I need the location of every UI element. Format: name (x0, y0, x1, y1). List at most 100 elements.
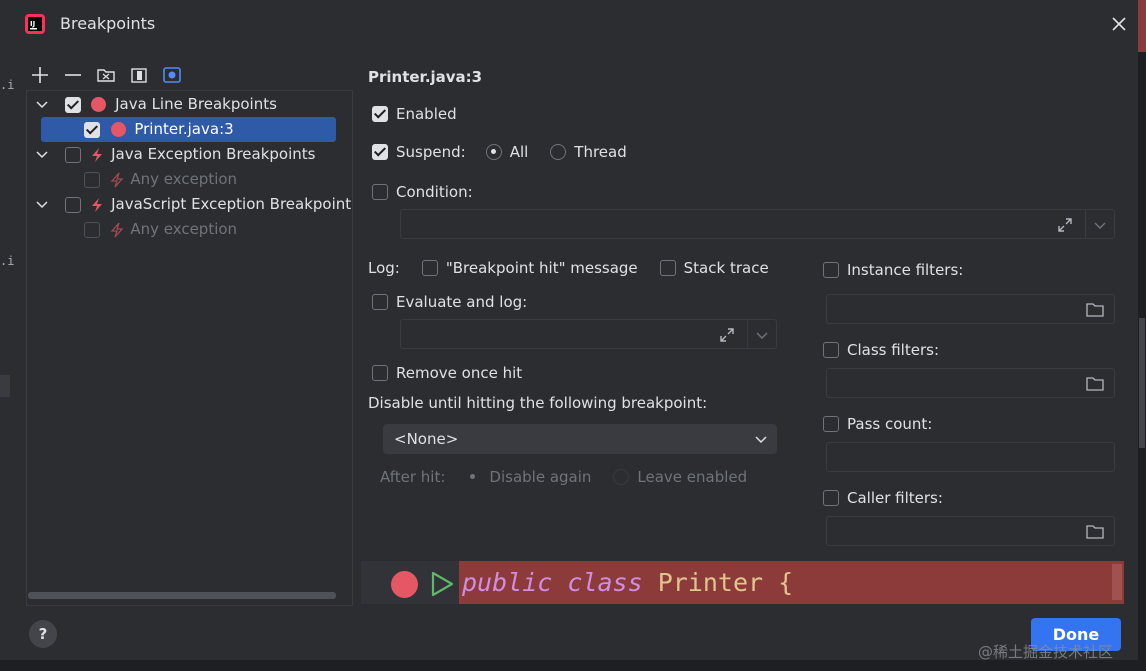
disable-until-value: <None> (394, 430, 459, 448)
checkbox[interactable] (64, 146, 81, 163)
evaluate-dropdown[interactable] (747, 320, 776, 348)
tree-group-java-exception[interactable]: Java Exception Breakpoints (35, 142, 315, 167)
breakpoint-title: Printer.java:3 (368, 68, 483, 86)
suspend-all-radio[interactable] (485, 144, 502, 160)
class-filters-input[interactable] (826, 368, 1115, 398)
chevron-down-icon (755, 436, 767, 444)
tree-item-label: Any exception (130, 170, 238, 188)
enabled-checkbox[interactable] (372, 106, 388, 122)
breakpoint-tree[interactable]: Java Line Breakpoints Printer.java:3 Jav… (26, 90, 353, 606)
condition-input[interactable] (400, 209, 1115, 239)
pass-count-checkbox[interactable] (823, 416, 839, 432)
suspend-label: Suspend: (396, 143, 466, 161)
checkbox[interactable] (64, 96, 81, 113)
evaluate-label: Evaluate and log: (396, 293, 528, 311)
chevron-down-icon[interactable] (35, 98, 49, 112)
tree-group-js-exception[interactable]: JavaScript Exception Breakpoint (35, 192, 351, 217)
close-icon[interactable] (1108, 13, 1130, 35)
expand-icon[interactable] (718, 326, 736, 344)
editor-left-edge: .i .i (0, 50, 18, 671)
breakpoint-dot-icon[interactable] (391, 571, 418, 598)
remove-once-hit-checkbox[interactable] (372, 365, 388, 381)
disable-again-label[interactable]: Disable again (489, 468, 591, 486)
class-filters-checkbox[interactable] (823, 342, 839, 358)
bottom-edge (0, 660, 1146, 671)
pass-count-row[interactable]: Pass count: (823, 415, 932, 433)
tree-horizontal-scrollbar[interactable] (28, 592, 336, 599)
disable-until-select[interactable]: <None> (383, 424, 777, 454)
log-message-checkbox[interactable] (421, 260, 438, 276)
log-row: Log: "Breakpoint hit" message Stack trac… (368, 259, 769, 277)
after-hit-row: After hit: Disable again Leave enabled (380, 468, 747, 486)
remove-once-hit-row[interactable]: Remove once hit (372, 364, 522, 382)
caller-filters-input[interactable] (826, 516, 1115, 546)
package-icon[interactable] (161, 64, 183, 86)
plus-icon[interactable] (29, 64, 51, 86)
checkbox[interactable] (83, 121, 100, 138)
instance-filters-input[interactable] (826, 294, 1115, 324)
suspend-thread-radio[interactable] (550, 144, 567, 160)
checkbox[interactable] (64, 196, 81, 213)
after-hit-label: After hit: (380, 468, 446, 486)
breakpoint-dot-icon (110, 122, 126, 137)
tree-group-java-line[interactable]: Java Line Breakpoints (35, 92, 277, 117)
title-bar: IJ Breakpoints (0, 0, 1138, 50)
tree-item-label: Any exception (130, 220, 238, 238)
chevron-down-icon (756, 332, 768, 339)
folder-icon[interactable] (95, 64, 117, 86)
log-label: Log: (368, 259, 400, 277)
tree-item-printer-java[interactable]: Printer.java:3 (41, 117, 336, 142)
suspend-checkbox[interactable] (372, 144, 388, 160)
folder-icon[interactable] (1086, 302, 1104, 317)
class-filters-row[interactable]: Class filters: (823, 341, 939, 359)
suspend-all-label[interactable]: All (510, 143, 529, 161)
evaluate-input[interactable] (400, 319, 777, 349)
help-button[interactable]: ? (29, 620, 57, 648)
editor-fragment: .i (0, 78, 15, 92)
exception-bolt-icon (110, 222, 123, 237)
stack-trace-checkbox[interactable] (659, 260, 676, 276)
evaluate-row[interactable]: Evaluate and log: (372, 293, 527, 311)
code-line: public class Printer { (459, 561, 1124, 604)
disable-again-radio[interactable] (465, 469, 482, 485)
breakpoint-dot-icon (91, 97, 107, 112)
condition-checkbox[interactable] (372, 184, 388, 200)
leave-enabled-radio[interactable] (613, 469, 630, 485)
editor-fragment: .i (0, 254, 15, 268)
chevron-down-icon[interactable] (35, 198, 49, 212)
caller-filters-checkbox[interactable] (823, 490, 839, 506)
folder-icon[interactable] (1086, 524, 1104, 539)
chevron-down-icon[interactable] (35, 148, 49, 162)
expand-icon[interactable] (1056, 216, 1074, 234)
run-icon[interactable] (428, 570, 456, 598)
leave-enabled-label[interactable]: Leave enabled (637, 468, 747, 486)
code-keyword: class (567, 568, 643, 597)
class-filters-label: Class filters: (847, 341, 939, 359)
code-keyword: public (462, 568, 553, 597)
enabled-checkbox-row[interactable]: Enabled (372, 105, 457, 123)
tree-item-any-exception[interactable]: Any exception (41, 217, 237, 242)
caller-filters-label: Caller filters: (847, 489, 943, 507)
instance-filters-row[interactable]: Instance filters: (823, 261, 963, 279)
code-preview: public class Printer { (361, 561, 1124, 604)
condition-row[interactable]: Condition: (372, 183, 473, 201)
checkbox[interactable] (83, 171, 100, 188)
editor-edge-strip (1138, 0, 1146, 671)
pass-count-label: Pass count: (847, 415, 933, 433)
exception-bolt-icon (110, 172, 123, 187)
class-icon[interactable] (128, 64, 150, 86)
condition-dropdown[interactable] (1085, 210, 1114, 238)
caller-filters-row[interactable]: Caller filters: (823, 489, 943, 507)
exception-bolt-icon (92, 147, 103, 162)
instance-filters-checkbox[interactable] (823, 262, 839, 278)
log-message-label: "Breakpoint hit" message (445, 259, 638, 277)
checkbox[interactable] (83, 221, 100, 238)
chevron-down-icon (1094, 222, 1106, 229)
tree-item-any-exception[interactable]: Any exception (41, 167, 237, 192)
minus-icon[interactable] (62, 64, 84, 86)
svg-text:IJ: IJ (30, 20, 35, 28)
suspend-thread-label[interactable]: Thread (574, 143, 626, 161)
pass-count-input[interactable] (826, 442, 1115, 472)
evaluate-checkbox[interactable] (372, 294, 388, 310)
folder-icon[interactable] (1086, 376, 1104, 391)
